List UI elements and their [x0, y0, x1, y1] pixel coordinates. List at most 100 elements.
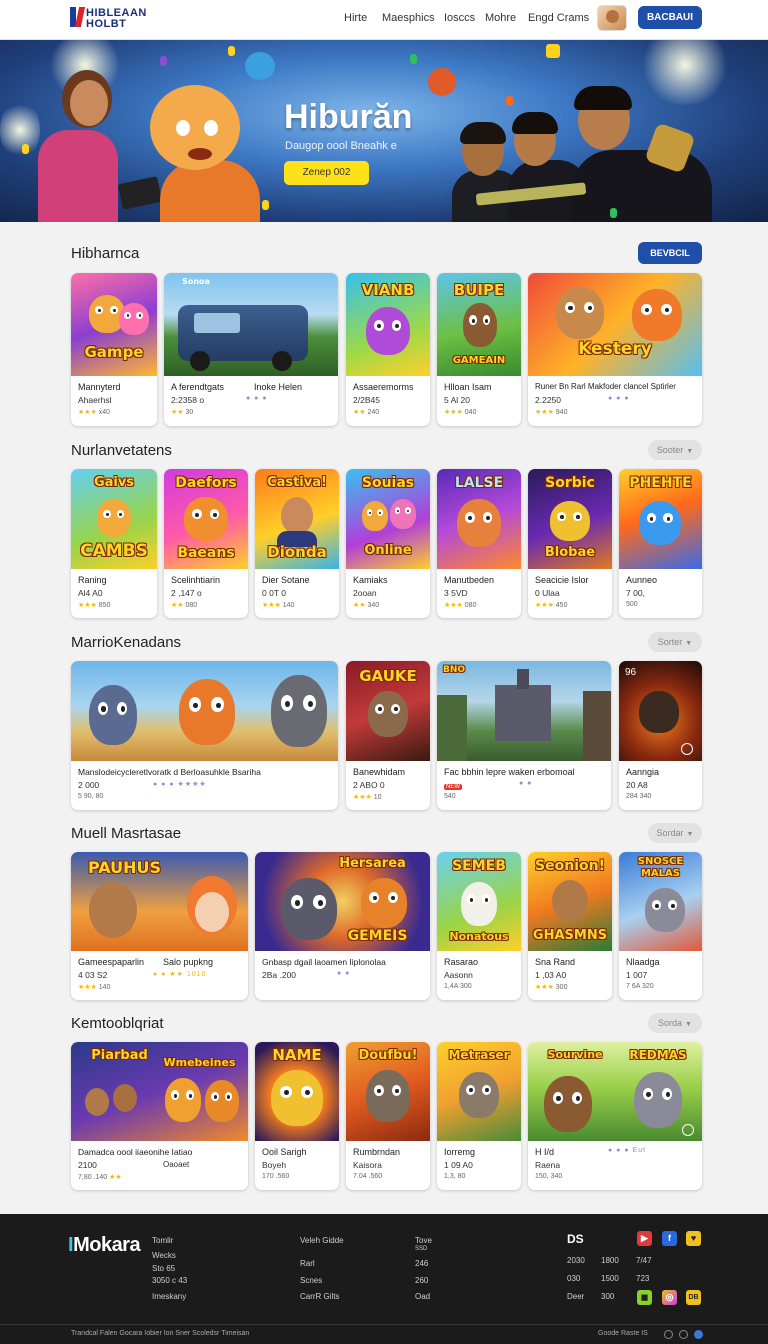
nav-link-2[interactable]: Maesphics — [382, 12, 435, 24]
game-card[interactable]: SNOSCE MALAS Nlaadga 1 007 7 6A 320 — [619, 852, 702, 1000]
nav-link-5[interactable]: Engd Crams — [528, 12, 589, 24]
stadium-light-icon — [640, 40, 730, 105]
footer-link[interactable]: Veleh Gidde — [300, 1236, 344, 1245]
card-meta: 5 90, 80 — [78, 793, 103, 800]
card-subtitle: 7 00, — [626, 588, 645, 598]
card-title: Manslodeicycleretlvoratk d Berloasuhkle … — [78, 767, 261, 777]
footer-link[interactable]: Tomlir — [152, 1236, 173, 1245]
brand-logo[interactable]: HIBLEAAN HOLBT — [70, 5, 146, 35]
nav-link-3[interactable]: Iosccs — [444, 12, 475, 24]
game-card[interactable]: SEMEB Nonatous Rasarao Aasonn 1,4A 300 — [437, 852, 521, 1000]
card-subtitle: Kaisora — [353, 1160, 382, 1170]
header-action-button[interactable]: BACBAUI — [638, 6, 702, 29]
game-card[interactable]: Kestery Runer Bn Rarl Makfoder clancel S… — [528, 273, 702, 426]
game-card[interactable]: PAUHUS Gameespaparlin Salo pupkng 4 03 S… — [71, 852, 248, 1000]
card-title: Iorremg — [444, 1147, 476, 1157]
game-card[interactable]: Sourvine REDMAS H I/d ● ● ● Eut Raena 15… — [528, 1042, 702, 1190]
game-thumbnail: Kestery — [528, 273, 702, 376]
card-title: A ferendtgats — [171, 382, 225, 392]
card-subtitle: 1 ,03 A0 — [535, 970, 567, 980]
footer-bottom-links[interactable]: Trandcal Falen Gocara Iobier Ion Sner Sc… — [71, 1330, 249, 1337]
game-card[interactable]: NAME Ooil Sarigh Boyeh 170 .560 — [255, 1042, 339, 1190]
section-title: Muell Masrtasae — [71, 825, 182, 842]
footer-link[interactable]: 3050 c 43 — [152, 1276, 187, 1285]
thumbnail-title: Metraser — [448, 1048, 510, 1062]
game-card[interactable]: Sorbic Blobae Seacicie Islor 0 Ulaa ★★★ … — [528, 469, 612, 618]
footer-value: Tove — [415, 1236, 432, 1245]
section-sort-button[interactable]: Sorda ▼ — [648, 1013, 702, 1033]
card-meta-value: 284 340 — [626, 793, 652, 800]
card-meta: 150, 340 — [535, 1173, 562, 1180]
game-card[interactable]: Doufbu! Rumbrndan Kaisora 7.04 .560 — [346, 1042, 430, 1190]
card-title: Damadca oool iiaeonihe Iatiao — [78, 1147, 193, 1157]
game-card[interactable]: 96 Aanngia 20 A8 284 340 — [619, 661, 702, 810]
footer-link[interactable]: Scnes — [300, 1276, 322, 1285]
game-card[interactable]: Gaivs CAMBS Raning Al4 A0 ★★★ 850 — [71, 469, 157, 618]
section-see-all-button[interactable]: BEVBCIL — [638, 242, 702, 264]
game-card[interactable]: VIANB Assaeremorms 2/2B45 ★★ 240 — [346, 273, 430, 426]
game-thumbnail: Sourvine REDMAS — [528, 1042, 702, 1141]
wheel-icon — [190, 351, 210, 371]
game-card[interactable]: Gampe Mannyterd Ahaerhsl ★★★ ẋ40 — [71, 273, 157, 426]
game-card[interactable]: Seonion! GHASMNS Sna Rand 1 ,03 A0 ★★★ 3… — [528, 852, 612, 1000]
game-card[interactable]: BUIPE GAMEAIN Hlloan Isam 5 Al 20 ★★★ 04… — [437, 273, 521, 426]
card-meta-value: ẋ40 — [98, 409, 111, 416]
game-card[interactable]: Manslodeicycleretlvoratk d Berloasuhkle … — [71, 661, 338, 810]
section-sort-button[interactable]: Sooter ▼ — [648, 440, 702, 460]
section-title: Kemtooblqriat — [71, 1015, 164, 1032]
circle-icon[interactable] — [694, 1330, 703, 1339]
circle-icon[interactable] — [679, 1330, 688, 1339]
game-card[interactable]: Piarbad Wmebeines Damadca oool iiaeonihe… — [71, 1042, 248, 1190]
card-meta-value: 500 — [626, 601, 638, 608]
card-meta: ★★ 340 — [353, 601, 379, 609]
footer-link[interactable]: CarrR Gilts — [300, 1292, 340, 1301]
instagram-icon[interactable]: ◎ — [662, 1290, 677, 1305]
game-card[interactable]: LALSE Manutbeden 3 5VD ★★★ 080 — [437, 469, 521, 618]
game-card[interactable]: GAUKE Banewhidam 2 ABO 0 ★★★ 10 — [346, 661, 430, 810]
hero-character-hair — [574, 86, 632, 110]
card-subtitle: 2/2B45 — [353, 395, 380, 405]
game-card[interactable]: Metraser Iorremg 1 09 A0 1,3, 80 — [437, 1042, 521, 1190]
bookmark-icon[interactable]: ♥ — [686, 1231, 701, 1246]
card-secondary-meta: ● ● ★★ 1010 — [153, 971, 207, 978]
thumbnail-title: Doufbu! — [358, 1048, 418, 1063]
badge-icon[interactable]: DB — [686, 1290, 701, 1305]
mascot-character-icon — [119, 303, 149, 335]
section-sort-button[interactable]: Sordar ▼ — [648, 823, 702, 843]
user-avatar[interactable] — [597, 5, 627, 31]
dragon-character-icon — [639, 691, 679, 733]
game-card[interactable]: PHEHTE Aunneo 7 00, 500 — [619, 469, 702, 618]
footer-link[interactable]: Imeskany — [152, 1292, 186, 1301]
card-meta: ★★★ 040 — [444, 408, 476, 416]
play-icon[interactable] — [682, 1124, 694, 1136]
card-meta-value: 150, 340 — [535, 1173, 563, 1180]
card-meta-value: 1,4A 300 — [444, 983, 472, 990]
game-card[interactable]: BNO Fac bbhin lepre waken erbomoal NEW ●… — [437, 661, 611, 810]
game-icon[interactable]: ◼ — [637, 1290, 652, 1305]
hero-mascot-body — [160, 160, 260, 222]
game-card[interactable]: Souias Online Kamiaks 2ooan ★★ 340 — [346, 469, 430, 618]
game-card[interactable]: Sonoa A ferendtgats Inoke Helen 2:2358 o… — [164, 273, 338, 426]
play-icon[interactable] — [681, 743, 693, 755]
mascot-character-icon — [390, 499, 416, 529]
game-card[interactable]: Castiva! Dionda Dier Sotane 0 0T 0 ★★★ 1… — [255, 469, 339, 618]
mascot-character-icon — [184, 497, 228, 541]
footer-link[interactable]: Rarl — [300, 1259, 315, 1268]
nav-link-4[interactable]: Mohre — [485, 12, 516, 24]
youtube-icon[interactable]: ▶ — [637, 1231, 652, 1246]
game-card[interactable]: Daefors Baeans Scelinhtiarin 2 ,147 o ★★… — [164, 469, 248, 618]
circle-icon[interactable] — [664, 1330, 673, 1339]
top-header: HIBLEAAN HOLBT Hirte Maesphics Iosccs Mo… — [0, 0, 768, 40]
card-title: Raning — [78, 575, 107, 585]
footer-link[interactable]: Wecks — [152, 1251, 176, 1260]
footer-link[interactable]: Sto 65 — [152, 1264, 175, 1273]
chevron-down-icon: ▼ — [685, 640, 693, 647]
facebook-icon[interactable]: f — [662, 1231, 677, 1246]
game-card[interactable]: Hersarea GEMEIS Gnbasp dgail laoamen Iip… — [255, 852, 430, 1000]
thumbnail-subtitle: Nonatous — [449, 930, 509, 943]
card-meta: ★★★ 10 — [353, 793, 382, 801]
nav-link-1[interactable]: Hirte — [344, 12, 367, 24]
footer-logo[interactable]: IMokara — [68, 1234, 141, 1257]
section-sort-button[interactable]: Sorter ▼ — [648, 632, 702, 652]
hero-cta-button[interactable]: Zenep 002 — [284, 161, 369, 185]
